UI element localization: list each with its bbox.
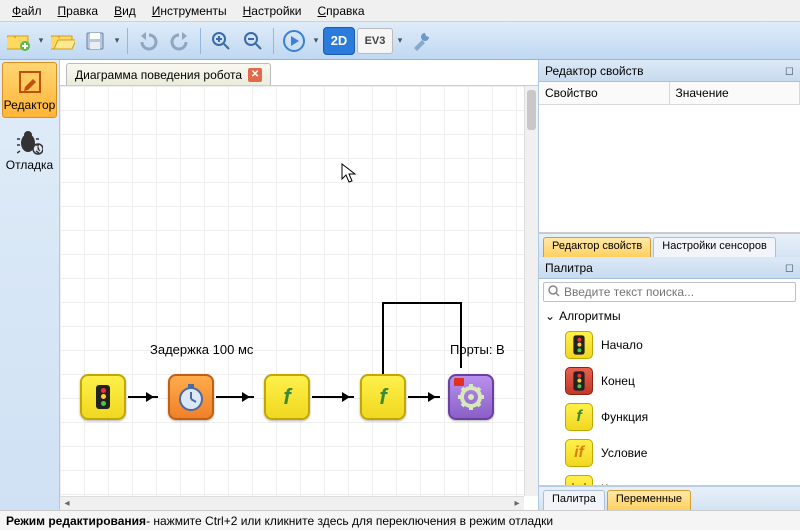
sidebar-label: Редактор <box>4 98 56 112</box>
search-input[interactable] <box>564 285 791 299</box>
mode-2d-button[interactable]: 2D <box>323 27 355 55</box>
menu-file[interactable]: Файл <box>4 1 50 21</box>
block-label-delay: Задержка 100 мс <box>150 342 253 357</box>
tab-title: Диаграмма поведения робота <box>75 68 242 82</box>
palette-item-end[interactable]: Конец <box>539 363 800 399</box>
panel-title: Редактор свойств <box>545 64 643 78</box>
platform-ev3-button[interactable]: EV3 <box>357 28 393 54</box>
palette-item-function[interactable]: f Функция <box>539 399 800 435</box>
function-block[interactable]: f <box>360 374 406 420</box>
connector <box>128 396 158 398</box>
connector <box>216 396 254 398</box>
gear-icon <box>456 382 486 412</box>
if-icon: if <box>565 439 593 467</box>
end-icon <box>565 367 593 395</box>
palette-panel: Палитра ◻ ⌄ Алгоритмы Начало <box>539 257 800 510</box>
close-icon[interactable]: ✕ <box>248 68 262 82</box>
palette-item-endif[interactable]: Конец условия <box>539 471 800 486</box>
toolbar-separator <box>200 28 201 54</box>
connector <box>460 302 462 368</box>
tab-property-editor[interactable]: Редактор свойств <box>543 237 651 257</box>
document-tab[interactable]: Диаграмма поведения робота ✕ <box>66 63 271 85</box>
cursor-icon <box>341 163 357 188</box>
tab-sensor-settings[interactable]: Настройки сенсоров <box>653 237 776 257</box>
toolbar: ▾ ▾ ▾ 2D EV3 ▾ <box>0 22 800 60</box>
sidebar-label: Отладка <box>6 158 53 172</box>
start-icon <box>565 331 593 359</box>
function-icon: f <box>565 403 593 431</box>
diagram-canvas[interactable]: Задержка 100 мс Порты: B f f <box>60 86 524 496</box>
column-header-property: Свойство <box>539 82 670 104</box>
start-block[interactable] <box>80 374 126 420</box>
menu-tools[interactable]: Инструменты <box>144 1 235 21</box>
sidebar-editor[interactable]: Редактор <box>2 62 57 118</box>
motor-block[interactable] <box>448 374 494 420</box>
bug-icon <box>16 128 44 156</box>
port-indicator-icon <box>454 378 464 386</box>
open-button[interactable] <box>48 26 78 56</box>
toolbar-separator <box>273 28 274 54</box>
panel-title: Палитра <box>545 261 593 275</box>
redo-button[interactable] <box>165 26 195 56</box>
connector <box>382 302 462 304</box>
status-bar[interactable]: Режим редактирования - нажмите Ctrl+2 ил… <box>0 510 800 530</box>
tab-variables[interactable]: Переменные <box>607 490 691 510</box>
edit-icon <box>16 68 44 96</box>
palette-item-if[interactable]: if Условие <box>539 435 800 471</box>
chevron-down-icon: ⌄ <box>545 309 555 323</box>
menu-settings[interactable]: Настройки <box>235 1 310 21</box>
platform-dropdown[interactable]: ▾ <box>395 35 405 46</box>
menu-bar: Файл Правка Вид Инструменты Настройки Сп… <box>0 0 800 22</box>
toolbar-separator <box>127 28 128 54</box>
zoom-out-button[interactable] <box>238 26 268 56</box>
pin-icon[interactable]: ◻ <box>785 261 794 274</box>
properties-panel: Редактор свойств ◻ Свойство Значение Ред… <box>539 60 800 257</box>
search-icon <box>548 285 560 300</box>
vertical-scrollbar[interactable] <box>524 86 538 496</box>
horizontal-scrollbar[interactable]: ◂▸ <box>60 496 524 510</box>
pin-icon[interactable]: ◻ <box>785 64 794 77</box>
connector <box>408 396 440 398</box>
menu-help[interactable]: Справка <box>309 1 372 21</box>
tree-category-algorithms[interactable]: ⌄ Алгоритмы <box>539 305 800 327</box>
zoom-in-button[interactable] <box>206 26 236 56</box>
menu-edit[interactable]: Правка <box>50 1 107 21</box>
mode-sidebar: Редактор Отладка <box>0 60 60 510</box>
menu-view[interactable]: Вид <box>106 1 144 21</box>
palette-search[interactable] <box>543 282 796 302</box>
tab-palette[interactable]: Палитра <box>543 490 605 510</box>
palette-item-start[interactable]: Начало <box>539 327 800 363</box>
new-dropdown[interactable]: ▾ <box>36 35 46 46</box>
column-header-value: Значение <box>670 82 800 104</box>
endif-icon <box>565 475 593 486</box>
block-label-ports: Порты: B <box>450 342 505 357</box>
palette-tree: ⌄ Алгоритмы Начало Конец f Функция if <box>539 305 800 486</box>
new-button[interactable] <box>4 26 34 56</box>
timer-block[interactable] <box>168 374 214 420</box>
properties-grid[interactable]: Свойство Значение <box>539 82 800 233</box>
save-dropdown[interactable]: ▾ <box>112 35 122 46</box>
undo-button[interactable] <box>133 26 163 56</box>
status-hint: - нажмите Ctrl+2 или кликните здесь для … <box>146 514 553 528</box>
document-tabbar: Диаграмма поведения робота ✕ <box>60 60 538 86</box>
traffic-icon <box>96 385 110 409</box>
run-button[interactable] <box>279 26 309 56</box>
status-mode: Режим редактирования <box>6 514 146 528</box>
run-dropdown[interactable]: ▾ <box>311 35 321 46</box>
settings-tools-button[interactable] <box>407 26 437 56</box>
function-block[interactable]: f <box>264 374 310 420</box>
save-button[interactable] <box>80 26 110 56</box>
connector <box>312 396 354 398</box>
sidebar-debug[interactable]: Отладка <box>2 122 57 178</box>
clock-icon <box>176 382 206 412</box>
